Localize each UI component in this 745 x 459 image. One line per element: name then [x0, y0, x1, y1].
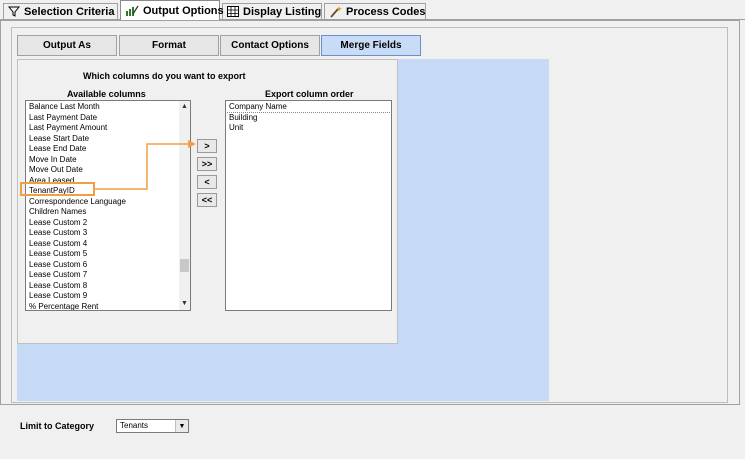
- chart-pen-icon: [125, 5, 139, 17]
- limit-category-label: Limit to Category: [20, 421, 95, 431]
- limit-category-select[interactable]: Tenants ▼: [116, 419, 189, 433]
- tab-label: Output Options: [143, 4, 224, 17]
- callout-connector: [95, 140, 196, 190]
- tab-output-options[interactable]: Output Options: [120, 0, 224, 20]
- limit-category-value: Tenants: [120, 421, 149, 430]
- chevron-down-icon[interactable]: ▼: [175, 420, 188, 432]
